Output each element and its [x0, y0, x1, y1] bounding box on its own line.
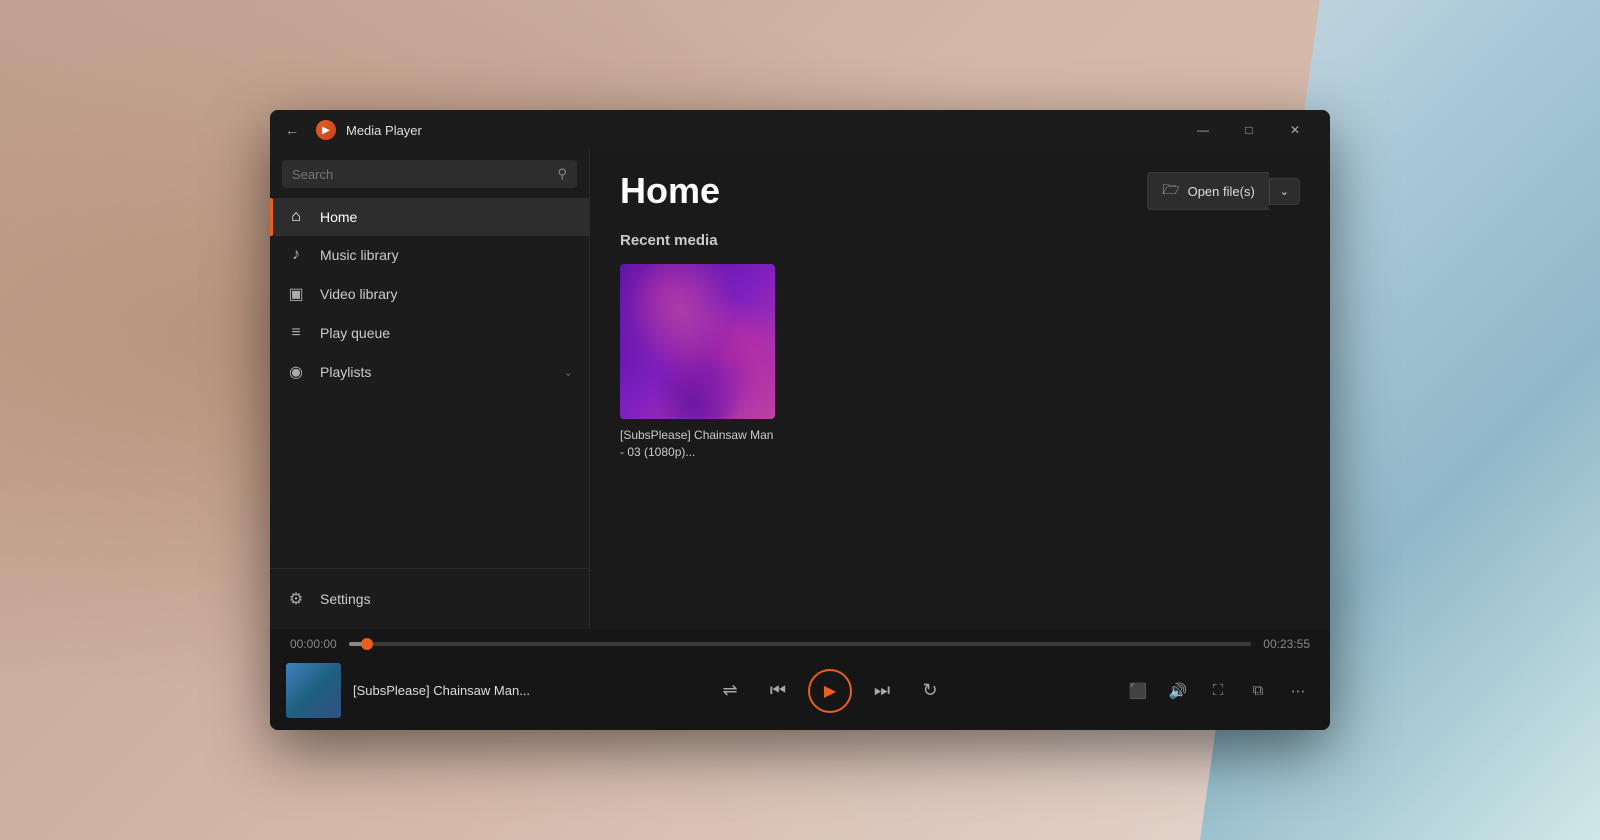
player-controls: [SubsPlease] Chainsaw Man... ⇌ ⏮ ▶ ⏭ ↻ [270, 655, 1330, 730]
shuffle-icon: ⇌ [722, 680, 737, 701]
search-container: ⚲ [270, 150, 589, 198]
sidebar-item-music-library[interactable]: ♪ Music library [270, 236, 589, 274]
sidebar-item-label: Play queue [320, 325, 573, 341]
prev-icon: ⏮ [770, 680, 786, 701]
app-icon: ▶ [316, 120, 336, 140]
title-bar: ← ▶ Media Player — □ ✕ [270, 110, 1330, 150]
now-playing-title: [SubsPlease] Chainsaw Man... [353, 683, 530, 698]
media-thumbnail-image [620, 264, 775, 419]
search-icon: ⚲ [557, 166, 567, 182]
folder-icon: 🗁 [1162, 179, 1179, 203]
home-icon: ⌂ [286, 208, 306, 226]
maximize-button[interactable]: □ [1226, 114, 1272, 146]
volume-icon: 🔊 [1169, 682, 1188, 700]
search-input[interactable] [292, 167, 549, 182]
back-icon: ← [285, 122, 299, 138]
page-title: Home [620, 170, 720, 212]
now-playing: [SubsPlease] Chainsaw Man... [286, 663, 566, 718]
app-title-label: Media Player [346, 123, 422, 138]
sidebar-item-settings[interactable]: ⚙ Settings [270, 579, 589, 619]
section-title: Recent media [590, 222, 1330, 264]
back-button[interactable]: ← [278, 116, 306, 144]
main-content: ⚲ ⌂ Home ♪ Music library ▣ Video library… [270, 150, 1330, 629]
player-bar: 00:00:00 00:23:55 [SubsPlease] Chainsaw … [270, 629, 1330, 730]
current-time: 00:00:00 [290, 637, 337, 651]
controls-center: ⇌ ⏮ ▶ ⏭ ↻ [574, 669, 1086, 713]
next-button[interactable]: ⏭ [864, 673, 900, 709]
settings-icon: ⚙ [286, 589, 306, 609]
sidebar-item-label: Video library [320, 286, 573, 302]
previous-button[interactable]: ⏮ [760, 673, 796, 709]
fullscreen-button[interactable]: ⛶ [1202, 675, 1234, 707]
open-files-dropdown-button[interactable]: ⌄ [1269, 178, 1300, 205]
sidebar: ⚲ ⌂ Home ♪ Music library ▣ Video library… [270, 150, 590, 629]
minimize-button[interactable]: — [1180, 114, 1226, 146]
progress-track[interactable] [349, 642, 1252, 646]
title-bar-left: ← ▶ Media Player [278, 116, 422, 144]
chevron-down-icon: ⌄ [1280, 186, 1289, 198]
miniplayer-button[interactable]: ⬛ [1122, 675, 1154, 707]
repeat-button[interactable]: ↻ [912, 673, 948, 709]
sidebar-item-video-library[interactable]: ▣ Video library [270, 274, 589, 314]
sidebar-item-label: Playlists [320, 364, 550, 380]
shuffle-button[interactable]: ⇌ [712, 673, 748, 709]
play-pause-button[interactable]: ▶ [808, 669, 852, 713]
app-window: ← ▶ Media Player — □ ✕ ⚲ ⌂ [270, 110, 1330, 730]
close-button[interactable]: ✕ [1272, 114, 1318, 146]
more-icon: ⋯ [1291, 682, 1306, 700]
chevron-down-icon: ⌄ [564, 366, 573, 379]
repeat-icon: ↻ [922, 680, 937, 701]
sidebar-item-label: Settings [320, 591, 573, 607]
sidebar-item-label: Music library [320, 247, 573, 263]
now-playing-thumbnail [286, 663, 341, 718]
open-files-button-group: 🗁 Open file(s) ⌄ [1147, 172, 1300, 210]
play-icon: ▶ [824, 681, 836, 701]
miniplayer-icon: ⬛ [1129, 682, 1148, 700]
media-thumbnail [620, 264, 775, 419]
sidebar-item-play-queue[interactable]: ≡ Play queue [270, 314, 589, 352]
content-header: Home 🗁 Open file(s) ⌄ [590, 150, 1330, 222]
media-grid: [SubsPlease] Chainsaw Man - 03 (1080p)..… [590, 264, 1330, 461]
playlists-icon: ◉ [286, 362, 306, 382]
video-icon: ▣ [286, 284, 306, 304]
pip-button[interactable]: ⧉ [1242, 675, 1274, 707]
volume-button[interactable]: 🔊 [1162, 675, 1194, 707]
sidebar-item-playlists[interactable]: ◉ Playlists ⌄ [270, 352, 589, 392]
total-time: 00:23:55 [1263, 637, 1310, 651]
now-playing-thumbnail-image [286, 663, 341, 718]
controls-right: ⬛ 🔊 ⛶ ⧉ ⋯ [1094, 675, 1314, 707]
sidebar-item-label: Home [320, 209, 573, 225]
open-files-button[interactable]: 🗁 Open file(s) [1147, 172, 1269, 210]
content-area: Home 🗁 Open file(s) ⌄ Recent media [590, 150, 1330, 629]
queue-icon: ≡ [286, 324, 306, 342]
sidebar-item-home[interactable]: ⌂ Home [270, 198, 589, 236]
media-item[interactable]: [SubsPlease] Chainsaw Man - 03 (1080p)..… [620, 264, 775, 461]
progress-thumb [361, 638, 373, 650]
sidebar-bottom: ⚙ Settings [270, 568, 589, 629]
nav-items: ⌂ Home ♪ Music library ▣ Video library ≡… [270, 198, 589, 568]
media-title: [SubsPlease] Chainsaw Man - 03 (1080p)..… [620, 427, 775, 461]
progress-area: 00:00:00 00:23:55 [270, 629, 1330, 655]
next-icon: ⏭ [874, 680, 890, 701]
search-box[interactable]: ⚲ [282, 160, 577, 188]
fullscreen-icon: ⛶ [1213, 682, 1224, 699]
more-button[interactable]: ⋯ [1282, 675, 1314, 707]
music-icon: ♪ [286, 246, 306, 264]
pip-icon: ⧉ [1253, 682, 1264, 699]
title-bar-controls: — □ ✕ [1180, 114, 1318, 146]
